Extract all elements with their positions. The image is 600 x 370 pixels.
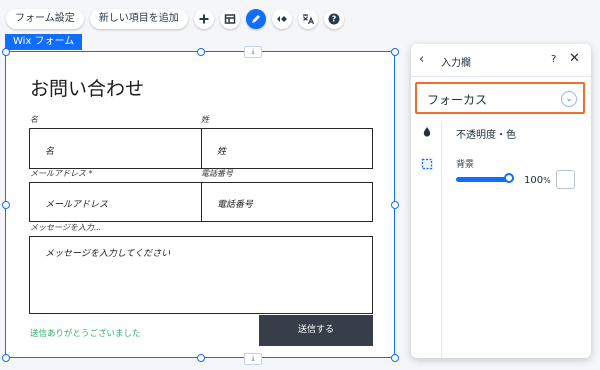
first-name-field[interactable]: 名 bbox=[29, 128, 202, 169]
email-placeholder: メールアドレス bbox=[45, 200, 109, 210]
background-label: 背景 bbox=[456, 160, 475, 170]
form-badge[interactable]: Wix フォーム bbox=[5, 34, 83, 50]
form-settings-button[interactable]: フォーム設定 bbox=[6, 9, 84, 29]
resize-handle-right[interactable] bbox=[391, 201, 399, 209]
fill-drop-icon[interactable] bbox=[421, 126, 433, 138]
last-name-placeholder: 姓 bbox=[217, 147, 227, 157]
phone-label: 電話番号 bbox=[201, 169, 233, 178]
stretch-handle-bottom[interactable]: ⤓ bbox=[244, 353, 262, 365]
message-field[interactable]: メッセージを入力してください bbox=[29, 236, 373, 314]
first-name-label: 名 bbox=[30, 115, 38, 124]
input-settings-panel: ‹ 入力欄 ? ✕ フォーカス ⌄ 不透明度・色 背景 100% bbox=[411, 44, 591, 358]
animation-button[interactable] bbox=[271, 9, 292, 29]
design-button[interactable] bbox=[245, 9, 266, 29]
background-color-swatch[interactable] bbox=[556, 170, 575, 189]
stretch-handle-top[interactable]: ⤓ bbox=[244, 46, 262, 58]
resize-handle-top-left[interactable] bbox=[2, 48, 10, 56]
message-placeholder: メッセージを入力してください bbox=[45, 249, 171, 259]
resize-handle-top-right[interactable] bbox=[391, 48, 399, 56]
state-dropdown[interactable]: フォーカス ⌄ bbox=[415, 82, 585, 114]
add-icon bbox=[199, 14, 209, 24]
email-field[interactable]: メールアドレス bbox=[29, 182, 202, 222]
add-new-field-button[interactable]: 新しい項目を追加 bbox=[89, 9, 188, 29]
phone-field[interactable]: 電話番号 bbox=[201, 182, 373, 222]
help-icon: ? bbox=[328, 13, 340, 25]
last-name-field[interactable]: 姓 bbox=[201, 128, 373, 169]
opacity-value[interactable]: 100% bbox=[524, 175, 551, 186]
form-title: お問い合わせ bbox=[30, 78, 145, 100]
opacity-color-section-title: 不透明度・色 bbox=[456, 130, 516, 141]
last-name-label: 姓 bbox=[201, 115, 209, 124]
phone-placeholder: 電話番号 bbox=[217, 200, 254, 210]
resize-handle-bottom-left[interactable] bbox=[2, 354, 10, 362]
panel-side-tabs bbox=[411, 122, 442, 358]
svg-text:?: ? bbox=[331, 15, 336, 24]
thanks-message: 送信ありがとうございました bbox=[30, 329, 141, 339]
resize-handle-left[interactable] bbox=[2, 201, 10, 209]
email-label: メールアドレス * bbox=[30, 169, 93, 178]
submit-button[interactable]: 送信する bbox=[259, 315, 373, 346]
opacity-slider[interactable] bbox=[456, 173, 514, 183]
state-dropdown-value: フォーカス bbox=[427, 93, 488, 107]
layout-icon bbox=[224, 14, 235, 24]
border-dashed-icon[interactable] bbox=[421, 158, 433, 170]
opacity-slider-handle[interactable] bbox=[504, 173, 514, 183]
chevron-down-icon: ⌄ bbox=[561, 91, 577, 107]
layout-button[interactable] bbox=[219, 9, 240, 29]
message-label: メッセージを入力... bbox=[30, 223, 102, 232]
help-icon[interactable]: ? bbox=[551, 54, 556, 65]
translate-button[interactable] bbox=[297, 9, 318, 29]
close-icon[interactable]: ✕ bbox=[569, 51, 580, 66]
translate-icon bbox=[302, 14, 314, 25]
add-button[interactable] bbox=[193, 9, 214, 29]
resize-handle-bottom[interactable] bbox=[197, 354, 205, 362]
first-name-placeholder: 名 bbox=[45, 147, 55, 157]
panel-title: 入力欄 bbox=[441, 58, 471, 69]
editor-toolbar: フォーム設定 新しい項目を追加 ? bbox=[6, 8, 344, 30]
resize-handle-bottom-right[interactable] bbox=[391, 354, 399, 362]
panel-header: ‹ 入力欄 ? ✕ bbox=[411, 44, 591, 77]
resize-handle-top[interactable] bbox=[197, 48, 205, 56]
help-button[interactable]: ? bbox=[323, 9, 344, 29]
animation-icon bbox=[276, 16, 287, 22]
opacity-slider-fill bbox=[456, 177, 509, 182]
back-chevron-icon[interactable]: ‹ bbox=[419, 52, 424, 67]
design-pen-icon bbox=[251, 15, 260, 23]
